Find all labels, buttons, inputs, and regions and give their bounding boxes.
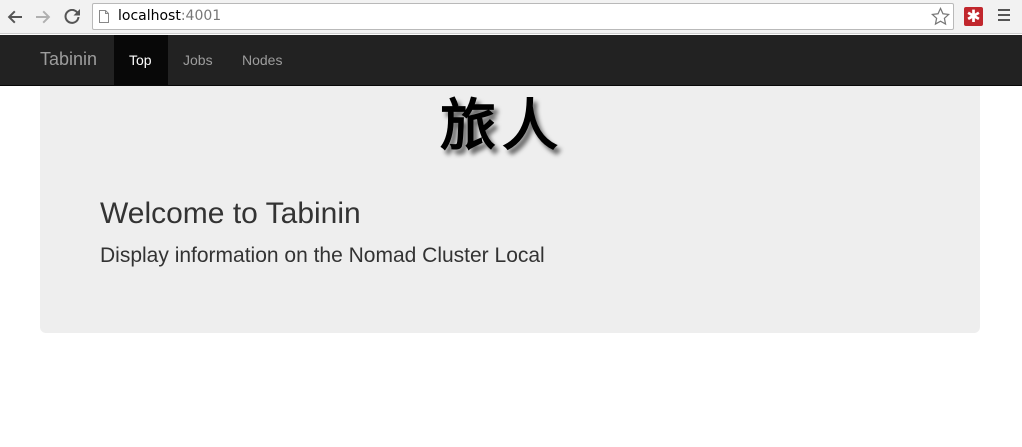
logo: 旅人	[440, 93, 564, 159]
jumbotron: 旅人 Welcome to Tabinin Display informatio…	[40, 86, 980, 333]
hamburger-menu-icon[interactable]	[998, 9, 1012, 23]
reload-icon[interactable]	[61, 6, 83, 28]
nav-item-jobs[interactable]: Jobs	[168, 35, 228, 85]
arrow-right-icon[interactable]	[32, 6, 54, 28]
page-title: Welcome to Tabinin	[100, 197, 361, 230]
url-text[interactable]: localhost:4001	[118, 8, 221, 24]
page-icon	[99, 10, 109, 23]
navbar: Tabinin Top Jobs Nodes	[0, 35, 1022, 86]
address-bar[interactable]: localhost:4001	[92, 3, 954, 30]
star-icon[interactable]	[931, 7, 950, 26]
arrow-left-icon[interactable]	[4, 6, 26, 28]
page-subtitle: Display information on the Nomad Cluster…	[100, 244, 545, 267]
url-host: localhost	[118, 8, 181, 24]
navbar-brand[interactable]: Tabinin	[40, 49, 97, 70]
nav-item-top[interactable]: Top	[114, 35, 168, 85]
nav-item-nodes[interactable]: Nodes	[227, 35, 297, 85]
browser-toolbar: localhost:4001 ✱	[0, 0, 1022, 34]
extension-icon[interactable]: ✱	[964, 7, 983, 26]
url-port: :4001	[180, 8, 222, 24]
